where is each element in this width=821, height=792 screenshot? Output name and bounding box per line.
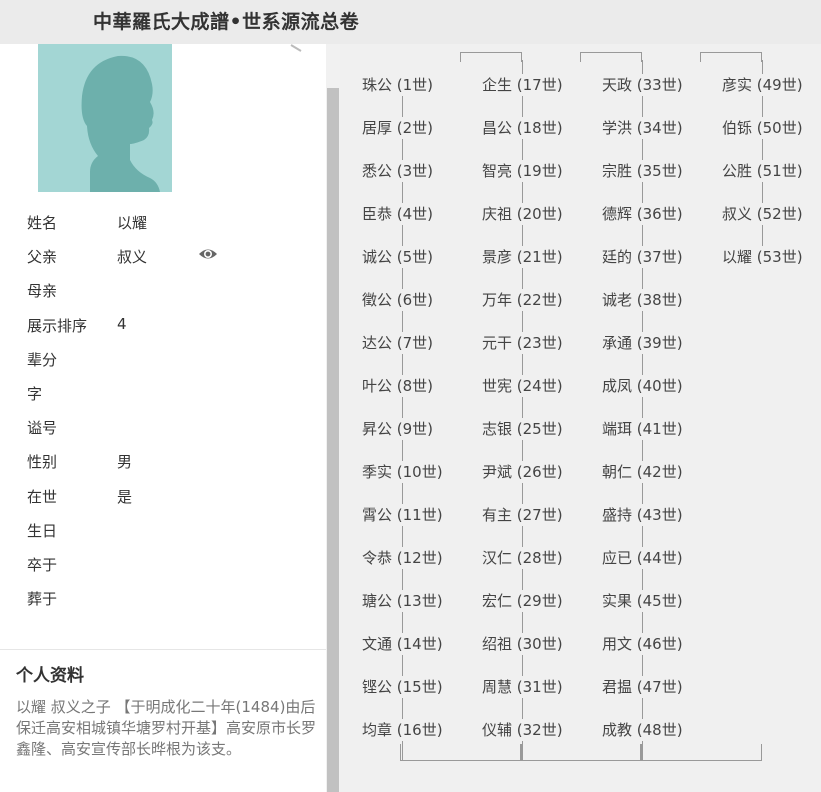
lineage-node[interactable]: 珠公 (1世) [360, 74, 436, 96]
lineage-node[interactable]: 伯铄 (50世) [720, 117, 805, 139]
lineage-node[interactable]: 绍祖 (30世) [480, 633, 565, 655]
field-label: 母亲 [27, 282, 58, 301]
lineage-node[interactable]: 元干 (23世) [480, 332, 565, 354]
lineage-node[interactable]: 君揾 (47世) [600, 676, 685, 698]
lineage-node[interactable]: 天政 (33世) [600, 74, 685, 96]
lineage-node[interactable]: 智亮 (19世) [480, 160, 565, 182]
lineage-node[interactable]: 尹斌 (26世) [480, 461, 565, 483]
lineage-node[interactable]: 徵公 (6世) [360, 289, 436, 311]
lineage-node[interactable]: 居厚 (2世) [360, 117, 436, 139]
lineage-node[interactable]: 万年 (22世) [480, 289, 565, 311]
field-label: 字 [27, 385, 43, 403]
lineage-node[interactable]: 诚老 (38世) [600, 289, 685, 311]
lineage-node[interactable]: 端珥 (41世) [600, 418, 685, 440]
eye-icon[interactable] [198, 246, 218, 262]
lineage-node[interactable]: 廷的 (37世) [600, 246, 685, 268]
field-label: 葬于 [27, 590, 58, 609]
avatar [38, 44, 172, 192]
field-label: 父亲 [27, 248, 58, 267]
tree-connector [700, 52, 762, 62]
field-label: 辈分 [27, 350, 58, 369]
lineage-node[interactable]: 悉公 (3世) [360, 160, 436, 182]
lineage-node[interactable]: 诚公 (5世) [360, 246, 436, 268]
scrollbar-thumb[interactable] [327, 88, 339, 792]
lineage-node[interactable]: 臣恭 (4世) [360, 203, 436, 225]
resize-handle-icon [290, 44, 302, 52]
lineage-node[interactable]: 实果 (45世) [600, 590, 685, 612]
scrollbar[interactable] [326, 44, 340, 792]
lineage-node[interactable]: 学洪 (34世) [600, 117, 685, 139]
field-label: 在世 [27, 487, 58, 506]
header-bar: 中華羅氏大成譜•世系源流总卷 [0, 0, 821, 44]
tree-connector [520, 744, 642, 761]
field-label: 展示排序 [27, 316, 88, 335]
field-label: 卒于 [27, 556, 58, 574]
tree-connector [580, 52, 642, 62]
lineage-node[interactable]: 宗胜 (35世) [600, 160, 685, 182]
bio-title: 个人资料 [16, 666, 84, 686]
lineage-node[interactable]: 承通 (39世) [600, 332, 685, 354]
lineage-node[interactable]: 世宪 (24世) [480, 375, 565, 397]
lineage-node[interactable]: 叔义 (52世) [720, 203, 805, 225]
lineage-node[interactable]: 文通 (14世) [360, 633, 445, 655]
field-value: 叔义 [117, 248, 148, 267]
lineage-node[interactable]: 志银 (25世) [480, 418, 565, 440]
lineage-node[interactable]: 景彦 (21世) [480, 246, 565, 268]
lineage-node[interactable]: 成凤 (40世) [600, 375, 685, 397]
page-title: 中華羅氏大成譜•世系源流总卷 [93, 11, 360, 33]
tree-connector [460, 52, 522, 62]
lineage-node[interactable]: 朝仁 (42世) [600, 461, 685, 483]
lineage-node[interactable]: 昌公 (18世) [480, 117, 565, 139]
profile-panel: 姓名 以耀父亲 叔义母亲展示排序 4 辈分字谥号性别 男在世 是生日卒于葬于 个人资料 以耀… [0, 44, 326, 792]
lineage-node[interactable]: 德辉 (36世) [600, 203, 685, 225]
lineage-node[interactable]: 以耀 (53世) [720, 246, 805, 268]
lineage-node[interactable]: 铿公 (15世) [360, 676, 445, 698]
lineage-node[interactable]: 盛持 (43世) [600, 504, 685, 526]
lineage-node[interactable]: 企生 (17世) [480, 74, 565, 96]
field-label: 生日 [27, 521, 58, 540]
lineage-node[interactable]: 用文 (46世) [600, 633, 685, 655]
field-label: 姓名 [27, 214, 58, 232]
lineage-node[interactable]: 成教 (48世) [600, 719, 685, 741]
lineage-node[interactable]: 令恭 (12世) [360, 547, 445, 569]
lineage-node[interactable]: 汉仁 (28世) [480, 547, 565, 569]
field-value: 4 [117, 314, 127, 333]
lineage-node[interactable]: 季实 (10世) [360, 461, 445, 483]
field-label: 谥号 [27, 419, 58, 438]
lineage-node[interactable]: 应已 (44世) [600, 547, 685, 569]
lineage-node[interactable]: 仪辅 (32世) [480, 719, 565, 741]
field-value: 是 [117, 487, 133, 506]
lineage-node[interactable]: 有主 (27世) [480, 504, 565, 526]
divider [0, 649, 326, 650]
field-value: 以耀 [117, 214, 148, 232]
person-silhouette-icon [81, 55, 160, 192]
lineage-node[interactable]: 昇公 (9世) [360, 418, 436, 440]
lineage-node[interactable]: 周慧 (31世) [480, 676, 565, 698]
tree-connector [400, 744, 522, 761]
lineage-node[interactable]: 宏仁 (29世) [480, 590, 565, 612]
lineage-node[interactable]: 达公 (7世) [360, 332, 436, 354]
bio-text: 以耀 叔义之子 【于明成化二十年(1484)由后保迁高安相城镇华塘罗村开基】高安… [16, 698, 317, 758]
lineage-node[interactable]: 霄公 (11世) [360, 504, 445, 526]
tree-connector [640, 744, 762, 761]
lineage-node[interactable]: 彦实 (49世) [720, 74, 805, 96]
lineage-tree: 珠公 (1世) 居厚 (2世) 悉公 (3世) 臣恭 (4世) 诚公 (5世) 徵公 (6… [340, 44, 821, 792]
lineage-node[interactable]: 庆祖 (20世) [480, 203, 565, 225]
field-label: 性别 [27, 453, 58, 472]
lineage-node[interactable]: 均章 (16世) [360, 719, 445, 741]
lineage-node[interactable]: 瑭公 (13世) [360, 590, 445, 612]
lineage-node[interactable]: 公胜 (51世) [720, 160, 805, 182]
field-value: 男 [117, 453, 133, 472]
lineage-node[interactable]: 叶公 (8世) [360, 375, 436, 397]
